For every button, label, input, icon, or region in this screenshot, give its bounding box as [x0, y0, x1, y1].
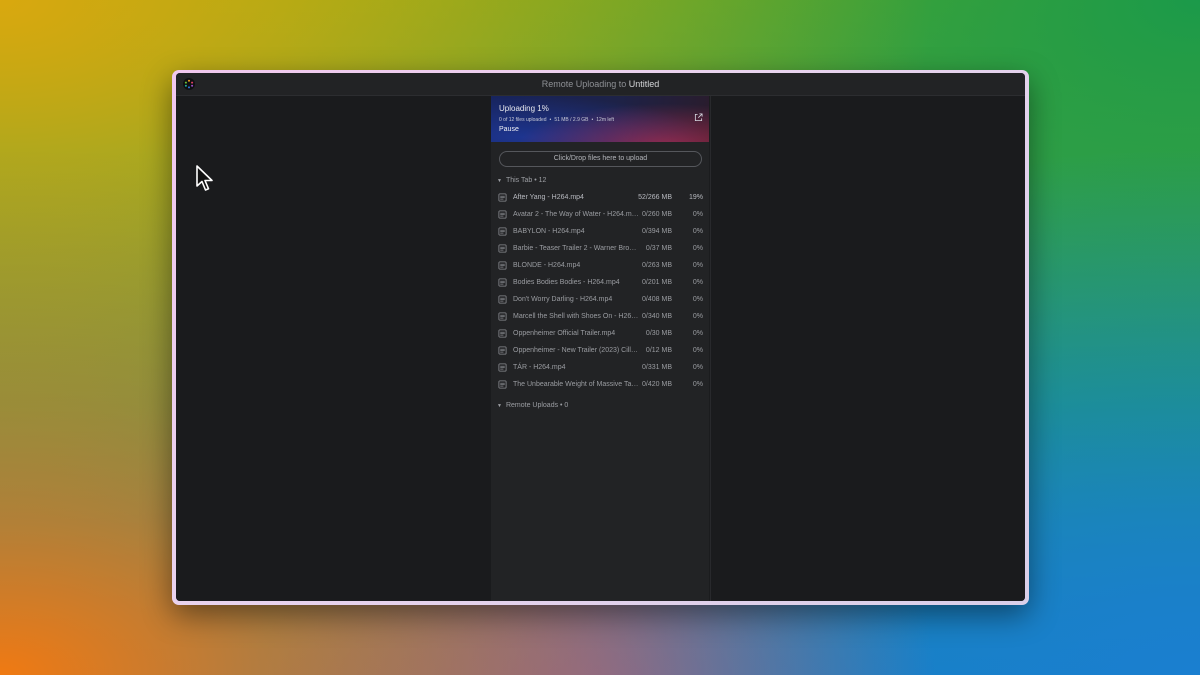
file-name: Barbie - Teaser Trailer 2 - Warner Bros.… [513, 245, 639, 252]
file-percent: 0% [692, 381, 703, 388]
app-logo-icon[interactable] [183, 78, 195, 90]
mouse-pointer-icon [196, 165, 213, 191]
file-size: 0/201 MB [642, 279, 672, 286]
file-size: 0/340 MB [642, 313, 672, 320]
file-name: After Yang - H264.mp4 [513, 194, 584, 201]
remote-uploads-section-header[interactable]: ▼ Remote Uploads • 0 [497, 402, 568, 409]
file-row[interactable]: Bodies Bodies Bodies - H264.mp4 0/201 MB 0… [491, 274, 709, 291]
file-row[interactable]: TÁR - H264.mp4 0/331 MB 0% [491, 359, 709, 376]
file-name: Oppenheimer - New Trailer (2023) Cillian… [513, 347, 639, 354]
files-uploaded-count: 0 of 12 files uploaded [499, 117, 547, 123]
file-percent: 0% [692, 313, 703, 320]
file-row[interactable]: BABYLON - H264.mp4 0/394 MB 0% [491, 223, 709, 240]
file-percent: 0% [692, 347, 703, 354]
window-grip-icon[interactable]: ⋮ [1023, 78, 1025, 88]
app-window: Remote Uploading to Untitled ⋮ Uploading… [172, 70, 1029, 605]
right-pane [710, 96, 1025, 601]
pause-button[interactable]: Pause [499, 126, 519, 133]
file-percent: 0% [692, 211, 703, 218]
file-name: Don't Worry Darling - H264.mp4 [513, 296, 613, 303]
file-size: 0/394 MB [642, 228, 672, 235]
time-left: 12m left [596, 117, 615, 123]
file-size: 0/263 MB [642, 262, 672, 269]
file-size: 0/331 MB [642, 364, 672, 371]
file-percent: 0% [692, 245, 703, 252]
file-icon [498, 312, 507, 321]
file-icon [498, 278, 507, 287]
file-size: 52/266 MB [638, 194, 672, 201]
file-row[interactable]: Oppenheimer - New Trailer (2023) Cillian… [491, 342, 709, 359]
window-title: Remote Uploading to Untitled [542, 79, 660, 89]
this-tab-label: This Tab • 12 [505, 177, 547, 184]
file-icon [498, 210, 507, 219]
file-percent: 0% [692, 228, 703, 235]
file-size: 0/30 MB [645, 330, 672, 337]
file-percent: 19% [688, 194, 703, 201]
file-name: TÁR - H264.mp4 [513, 364, 566, 371]
file-list: After Yang - H264.mp4 52/266 MB 19% Avatar … [491, 189, 709, 393]
file-percent: 0% [692, 364, 703, 371]
file-icon [498, 295, 507, 304]
file-row[interactable]: Don't Worry Darling - H264.mp4 0/408 MB 0% [491, 291, 709, 308]
file-icon [498, 244, 507, 253]
upload-status: Uploading 1% [499, 104, 549, 113]
file-icon [498, 227, 507, 236]
file-size: 0/420 MB [642, 381, 672, 388]
size-progress: 51 MB / 2.9 GB [554, 117, 589, 123]
file-name: Marcell the Shell with Shoes On - H264.m… [513, 313, 639, 320]
file-name: Oppenheimer Official Trailer.mp4 [513, 330, 616, 337]
file-size: 0/12 MB [645, 347, 672, 354]
file-name: Avatar 2 - The Way of Water - H264.mp4 [513, 211, 639, 218]
file-row[interactable]: Barbie - Teaser Trailer 2 - Warner Bros.… [491, 240, 709, 257]
file-icon [498, 329, 507, 338]
file-percent: 0% [692, 279, 703, 286]
file-row[interactable]: The Unbearable Weight of Massive Talent.… [491, 376, 709, 393]
this-tab-section-header[interactable]: ▼ This Tab • 12 [497, 177, 546, 184]
file-percent: 0% [692, 296, 703, 303]
window-content: Remote Uploading to Untitled ⋮ Uploading… [176, 73, 1025, 601]
file-icon [498, 261, 507, 270]
file-row[interactable]: Oppenheimer Official Trailer.mp4 0/30 MB 0… [491, 325, 709, 342]
caret-down-icon: ▼ [497, 403, 502, 409]
file-icon [498, 363, 507, 372]
file-size: 0/37 MB [645, 245, 672, 252]
file-icon [498, 346, 507, 355]
file-size: 0/260 MB [642, 211, 672, 218]
upload-panel: Uploading 1% 0 of 12 files uploaded • 51 M… [491, 96, 709, 601]
file-name: BLONDE - H264.mp4 [513, 262, 581, 269]
file-icon [498, 193, 507, 202]
file-name: The Unbearable Weight of Massive Talent.… [513, 381, 639, 388]
window-title-doc: Untitled [628, 79, 660, 89]
file-row[interactable]: After Yang - H264.mp4 52/266 MB 19% [491, 189, 709, 206]
external-link-icon[interactable] [694, 113, 703, 122]
file-size: 0/408 MB [642, 296, 672, 303]
file-percent: 0% [692, 330, 703, 337]
left-pane [176, 96, 491, 601]
title-bar[interactable]: Remote Uploading to Untitled ⋮ [176, 73, 1025, 96]
file-icon [498, 380, 507, 389]
caret-down-icon: ▼ [497, 178, 502, 184]
upload-details: 0 of 12 files uploaded • 51 MB / 2.9 GB • 12… [499, 117, 614, 123]
separator: • [591, 117, 594, 123]
file-dropzone[interactable]: Click/Drop files here to upload [499, 151, 702, 167]
file-name: BABYLON - H264.mp4 [513, 228, 585, 235]
separator: • [549, 117, 552, 123]
file-row[interactable]: BLONDE - H264.mp4 0/263 MB 0% [491, 257, 709, 274]
window-title-prefix: Remote Uploading to [541, 79, 627, 89]
upload-progress-banner: Uploading 1% 0 of 12 files uploaded • 51 M… [491, 96, 709, 142]
remote-uploads-label: Remote Uploads • 0 [505, 402, 569, 409]
file-row[interactable]: Marcell the Shell with Shoes On - H264.m… [491, 308, 709, 325]
file-row[interactable]: Avatar 2 - The Way of Water - H264.mp4 0/… [491, 206, 709, 223]
file-percent: 0% [692, 262, 703, 269]
file-name: Bodies Bodies Bodies - H264.mp4 [513, 279, 620, 286]
